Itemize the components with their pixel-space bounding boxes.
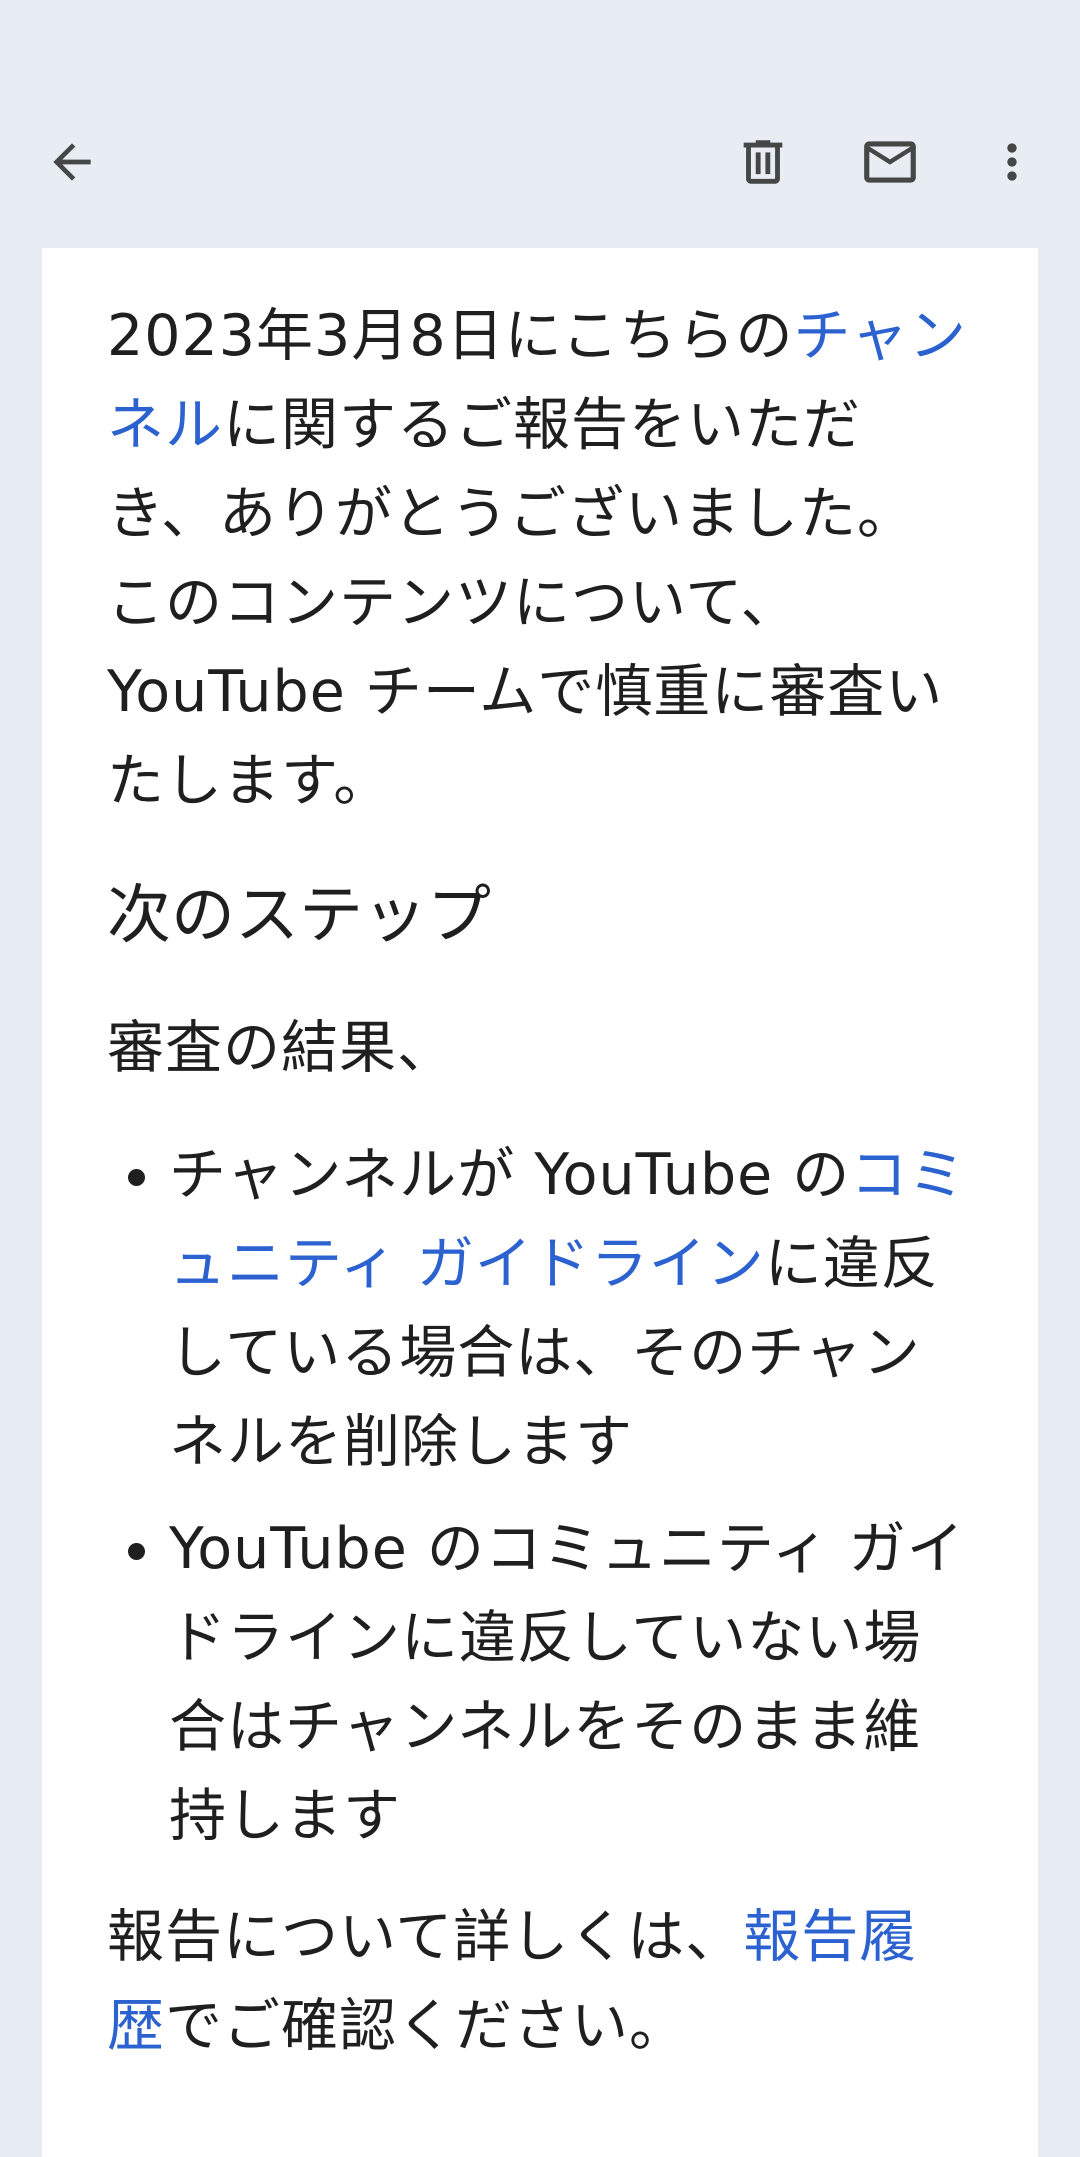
app-bar	[0, 0, 1080, 248]
report-history-paragraph: 報告について詳しくは、報告履歴でご確認ください。	[107, 1893, 967, 2071]
next-steps-heading: 次のステップ	[107, 879, 491, 953]
list-item: チャンネルが YouTube のコミュニティ ガイドラインに違反している場合は、…	[169, 1131, 967, 1487]
footer-text-start: 報告について詳しくは、	[107, 1904, 744, 1970]
thanks-text-start: 2023年3月8日にこちらの	[107, 303, 794, 369]
footer-text-end: でご確認ください。	[165, 1993, 687, 2059]
mail-icon	[864, 141, 916, 183]
bullet1-text-start: チャンネルが YouTube の	[169, 1142, 851, 1208]
result-list: チャンネルが YouTube のコミュニティ ガイドラインに違反している場合は、…	[107, 1131, 967, 1861]
delete-button[interactable]	[715, 114, 811, 210]
more-vert-icon	[1007, 143, 1017, 181]
email-content: 2023年3月8日にこちらのチャンネルに関するご報告をいただき、ありがとうござい…	[107, 292, 967, 2071]
bullet2-text: YouTube のコミュニティ ガイドラインに違反していない場合はチャンネルをそ…	[169, 1516, 965, 1849]
mark-unread-button[interactable]	[842, 114, 938, 210]
list-item: YouTube のコミュニティ ガイドラインに違反していない場合はチャンネルをそ…	[169, 1505, 967, 1861]
arrow-back-icon	[53, 143, 91, 181]
thanks-paragraph: 2023年3月8日にこちらのチャンネルに関するご報告をいただき、ありがとうござい…	[107, 292, 967, 826]
review-result-intro: 審査の結果、	[107, 1015, 455, 1081]
trash-icon	[743, 140, 783, 184]
more-options-button[interactable]	[964, 114, 1060, 210]
thanks-text-end: に関するご報告をいただき、ありがとうございました。このコンテンツについて、You…	[107, 392, 944, 814]
back-button[interactable]	[24, 114, 120, 210]
